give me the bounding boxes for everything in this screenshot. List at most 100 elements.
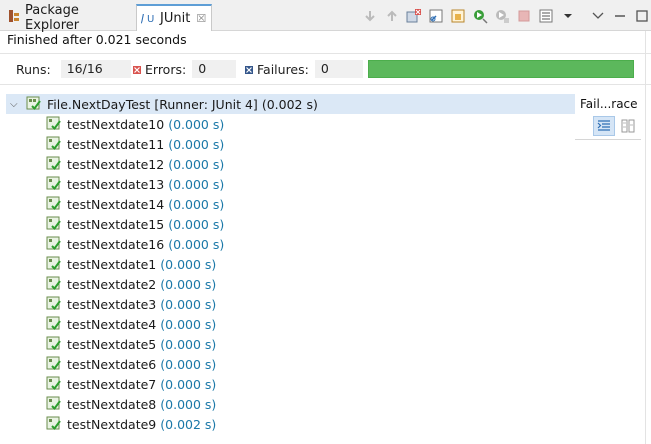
- compare-results-icon[interactable]: [619, 117, 637, 135]
- test-row[interactable]: testNextdate9 (0.002 s): [46, 414, 216, 434]
- errors-counter: Errors: 0: [133, 60, 237, 78]
- test-name: testNextdate15: [67, 216, 165, 232]
- tab-label: Package Explorer: [25, 2, 80, 33]
- test-pass-icon: [46, 315, 62, 334]
- test-name: testNextdate1: [67, 256, 157, 272]
- failures-counter: Failures: 0: [245, 60, 363, 78]
- test-time: (0.000 s): [168, 216, 225, 232]
- test-row[interactable]: testNextdate2 (0.000 s): [46, 274, 216, 294]
- status-text: Finished after 0.021 seconds: [7, 32, 187, 47]
- runs-counter: Runs: 16/16: [16, 60, 131, 78]
- maximize-icon[interactable]: [633, 7, 651, 25]
- svg-text:J: J: [141, 12, 144, 24]
- dropdown-icon[interactable]: [559, 7, 577, 25]
- test-pass-icon: [46, 335, 62, 354]
- test-name: testNextdate3: [67, 296, 157, 312]
- svg-text:U: U: [147, 14, 154, 24]
- failures-value: 0: [314, 60, 363, 78]
- minimize-icon[interactable]: [611, 7, 629, 25]
- test-time: (0.000 s): [160, 376, 217, 392]
- test-time: (0.000 s): [160, 396, 217, 412]
- test-time: (0.000 s): [168, 116, 225, 132]
- test-row[interactable]: testNextdate7 (0.000 s): [46, 374, 216, 394]
- test-row[interactable]: testNextdate11 (0.000 s): [46, 134, 224, 154]
- test-pass-icon: [46, 195, 62, 214]
- close-icon[interactable]: ☒: [196, 12, 206, 25]
- previous-failure-icon[interactable]: [383, 7, 401, 25]
- test-name: testNextdate13: [67, 176, 165, 192]
- test-pass-icon: [46, 255, 62, 274]
- test-pass-icon: [46, 135, 62, 154]
- test-row[interactable]: testNextdate4 (0.000 s): [46, 314, 216, 334]
- divider: [575, 139, 641, 140]
- test-row[interactable]: testNextdate6 (0.000 s): [46, 354, 216, 374]
- test-row[interactable]: testNextdate8 (0.000 s): [46, 394, 216, 414]
- scroll-lock-icon[interactable]: [427, 7, 445, 25]
- tab-junit[interactable]: JU JUnit ☒: [136, 4, 212, 31]
- runs-label: Runs:: [16, 61, 51, 77]
- history-icon[interactable]: [537, 7, 555, 25]
- test-time: (0.000 s): [160, 256, 217, 272]
- test-pass-icon: [46, 395, 62, 414]
- junit-icon: JU: [139, 10, 155, 28]
- tab-package-explorer[interactable]: Package Explorer: [0, 2, 136, 33]
- failure-trace-panel: Fail...race: [575, 94, 651, 444]
- test-time: (0.000 s): [168, 176, 225, 192]
- test-row[interactable]: testNextdate10 (0.000 s): [46, 114, 224, 134]
- error-icon: [133, 62, 141, 77]
- package-explorer-icon: [8, 9, 20, 27]
- test-time: (0.000 s): [160, 336, 217, 352]
- test-row[interactable]: testNextdate12 (0.000 s): [46, 154, 224, 174]
- test-name: testNextdate9: [67, 416, 157, 432]
- failure-icon: [245, 62, 253, 77]
- runs-value: 16/16: [60, 60, 131, 78]
- test-row[interactable]: testNextdate1 (0.000 s): [46, 254, 216, 274]
- view-tab-bar: Package Explorer JU JUnit ☒: [0, 0, 651, 33]
- rerun-icon[interactable]: [471, 7, 489, 25]
- filter-stack-icon[interactable]: [593, 116, 615, 136]
- test-row[interactable]: testNextdate13 (0.000 s): [46, 174, 224, 194]
- stop-icon[interactable]: [515, 7, 533, 25]
- test-pass-icon: [46, 415, 62, 434]
- test-time: (0.000 s): [160, 296, 217, 312]
- layout-icon[interactable]: [449, 7, 467, 25]
- failures-label: Failures:: [257, 61, 309, 77]
- test-pass-icon: [46, 235, 62, 254]
- test-name: testNextdate10: [67, 116, 165, 132]
- progress-bar: [368, 60, 634, 78]
- show-failures-only-icon[interactable]: [405, 7, 423, 25]
- view-menu-icon[interactable]: [589, 7, 607, 25]
- divider: [645, 31, 646, 444]
- test-time: (0.002 s): [160, 416, 217, 432]
- test-name: testNextdate5: [67, 336, 157, 352]
- test-pass-icon: [46, 115, 62, 134]
- test-row[interactable]: testNextdate3 (0.000 s): [46, 294, 216, 314]
- test-name: testNextdate6: [67, 356, 157, 372]
- test-row[interactable]: testNextdate16 (0.000 s): [46, 234, 224, 254]
- errors-label: Errors:: [145, 61, 187, 77]
- suite-runner: [Runner: JUnit 4]: [154, 96, 258, 112]
- test-row[interactable]: testNextdate14 (0.000 s): [46, 194, 224, 214]
- test-row[interactable]: testNextdate5 (0.000 s): [46, 334, 216, 354]
- test-time: (0.000 s): [160, 356, 217, 372]
- tab-label: JUnit: [160, 11, 191, 26]
- test-pass-icon: [46, 295, 62, 314]
- failure-trace-title: Fail...race: [580, 97, 638, 111]
- test-pass-icon: [46, 355, 62, 374]
- test-pass-icon: [46, 375, 62, 394]
- test-name: testNextdate16: [67, 236, 165, 252]
- test-pass-icon: [46, 155, 62, 174]
- rerun-failed-icon[interactable]: [493, 7, 511, 25]
- next-failure-icon[interactable]: [361, 7, 379, 25]
- counter-panel: Runs: 16/16 Errors: 0 Failures: 0: [0, 53, 651, 85]
- test-time: (0.000 s): [168, 136, 225, 152]
- suite-time: (0.002 s): [261, 96, 318, 112]
- test-row[interactable]: testNextdate15 (0.000 s): [46, 214, 224, 234]
- test-name: testNextdate4: [67, 316, 157, 332]
- test-name: testNextdate7: [67, 376, 157, 392]
- test-tree[interactable]: ⌵ File.NextDayTest [Runner: JUnit 4] (0.…: [0, 94, 575, 444]
- test-time: (0.000 s): [168, 156, 225, 172]
- suite-row[interactable]: ⌵ File.NextDayTest [Runner: JUnit 4] (0.…: [6, 94, 575, 114]
- test-name: testNextdate11: [67, 136, 165, 152]
- chevron-down-icon[interactable]: ⌵: [10, 99, 26, 110]
